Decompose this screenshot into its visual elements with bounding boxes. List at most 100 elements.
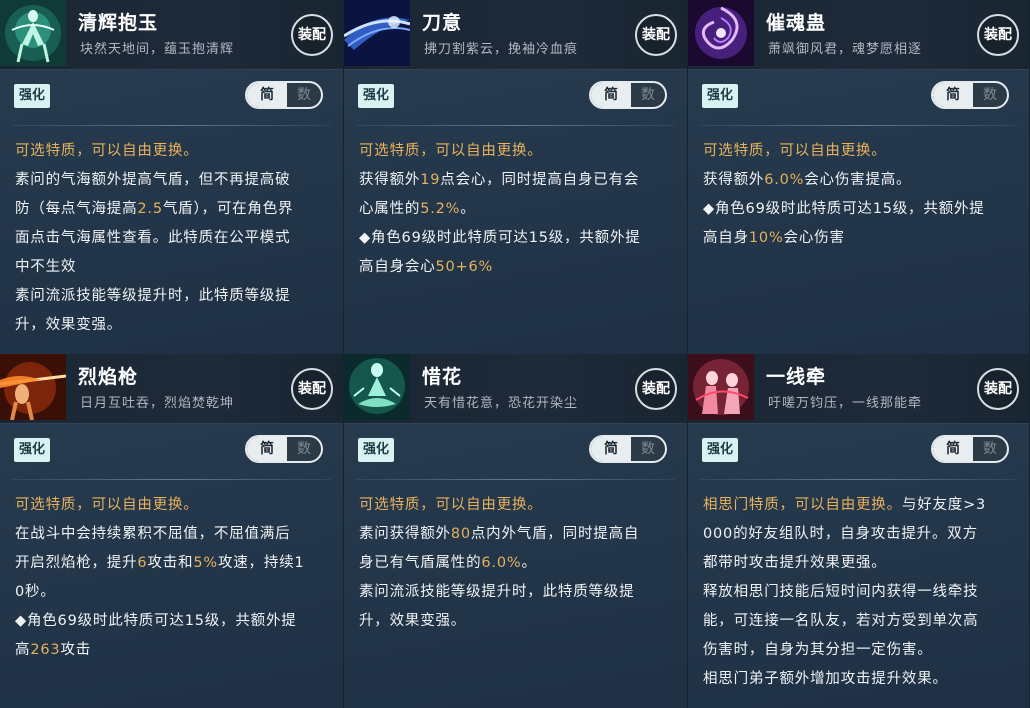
detail-toggle[interactable]: 简 数 (245, 81, 323, 109)
toggle-numeric[interactable]: 数 (631, 83, 665, 107)
divider (12, 479, 331, 480)
trait-name: 烈焰枪 (78, 366, 139, 388)
detail-toggle[interactable]: 简 数 (931, 81, 1009, 109)
trait-heading: 可选特质，可以自由更换。 (15, 137, 329, 166)
equip-button[interactable]: 装配 (635, 14, 677, 56)
description-line: 中不生效 (15, 253, 329, 282)
trait-description: 可选特质，可以自由更换。 获得额外19点会心，同时提高自身已有会 心属性的5.2%。… (359, 137, 673, 282)
toggle-numeric[interactable]: 数 (973, 437, 1007, 461)
description-text: 素问获得额外 (359, 526, 451, 542)
toggle-simple[interactable]: 简 (933, 437, 973, 461)
description-text: 高自身 (703, 230, 749, 246)
description-text: 心属性的 (359, 201, 421, 217)
flame-spear-icon (0, 354, 66, 420)
detail-toggle[interactable]: 简 数 (245, 435, 323, 463)
description-text: 点内外气盾，同时提高自 (470, 526, 640, 542)
description-text: 中不生效 (15, 259, 77, 275)
enhance-tag: 强化 (14, 438, 51, 462)
toggle-numeric[interactable]: 数 (631, 437, 665, 461)
toggle-numeric[interactable]: 数 (973, 83, 1007, 107)
description-text: 都带时攻击提升效果更强。 (703, 555, 887, 571)
green-monk-icon (0, 0, 66, 66)
equip-button[interactable]: 装配 (291, 368, 333, 410)
description-text: 0秒。 (15, 584, 56, 600)
detail-toggle[interactable]: 简 数 (589, 435, 667, 463)
trait-heading-text: 可选特质，可以自由更换。 (703, 143, 887, 159)
equip-button[interactable]: 装配 (977, 368, 1019, 410)
description-text: 。 (521, 555, 537, 571)
trait-name: 刀意 (422, 12, 463, 34)
toggle-simple[interactable]: 简 (247, 437, 287, 461)
trait-heading: 可选特质，可以自由更换。 (703, 137, 1015, 166)
card-header: 惜花 天有惜花意，恐花开染尘 装配 (344, 354, 687, 424)
trait-card-daoyi: 刀意 拂刀割紫云，挽袖冷血痕 装配 强化 简 数 可选特质，可以自由更换。 获得额… (344, 0, 688, 354)
equip-button[interactable]: 装配 (635, 368, 677, 410)
description-text: 升，效果变强。 (15, 317, 123, 333)
description-line: 相思门弟子额外增加攻击提升效果。 (703, 665, 1015, 694)
trait-name: 惜花 (422, 366, 463, 388)
description-line: 防（每点气海提高2.5气盾），可在角色界 (15, 195, 329, 224)
toggle-simple[interactable]: 简 (933, 83, 973, 107)
detail-toggle[interactable]: 简 数 (931, 435, 1009, 463)
divider (12, 125, 331, 126)
card-header: 催魂蛊 萧飒御风君，魂梦愿相逐 装配 (688, 0, 1029, 70)
description-text: 伤害时，自身为其分担一定伤害。 (703, 642, 933, 658)
divider (356, 125, 675, 126)
trait-heading: 相思门特质，可以自由更换。与好友度>3 (703, 491, 1015, 520)
toggle-simple[interactable]: 简 (591, 83, 631, 107)
trait-name: 一线牵 (766, 366, 827, 388)
toggle-numeric[interactable]: 数 (287, 83, 321, 107)
highlight-value: 6.0% (764, 172, 805, 188)
description-text: 开启烈焰枪，提升 (15, 555, 138, 571)
description-line: 面点击气海属性查看。此特质在公平模式 (15, 224, 329, 253)
description-line: 素问流派技能等级提升时，此特质等级提 (359, 578, 673, 607)
trait-card-qinghui: 清辉抱玉 块然天地间，蕴玉抱清辉 装配 强化 简 数 可选特质，可以自由更换。素… (0, 0, 344, 354)
trait-description: 可选特质，可以自由更换。 素问的气海额外提高气盾，但不再提高破 防（每点气海提高2.… (15, 137, 329, 340)
description-line: 释放相思门技能后短时间内获得一线牵技 (703, 578, 1015, 607)
trait-card-lieyanqiang: 烈焰枪 日月互吐吞，烈焰焚乾坤 装配 强化 简 数 可选特质，可以自由更换。在战… (0, 354, 344, 708)
description-text: 在战斗中会持续累积不屈值，不屈值满后 (15, 526, 291, 542)
description-text: 高自身会心 (359, 259, 436, 275)
toggle-simple[interactable]: 简 (247, 83, 287, 107)
description-line: 心属性的5.2%。 (359, 195, 673, 224)
trait-subtitle: 萧飒御风君，魂梦愿相逐 (768, 42, 923, 57)
highlight-value: 5% (193, 555, 218, 571)
detail-toggle[interactable]: 简 数 (589, 81, 667, 109)
trait-subtitle: 日月互吐吞，烈焰焚乾坤 (80, 396, 235, 411)
description-text: 获得额外 (703, 172, 765, 188)
description-line: 素问获得额外80点内外气盾，同时提高自 (359, 520, 673, 549)
equip-button[interactable]: 装配 (291, 14, 333, 56)
toggle-simple[interactable]: 简 (591, 437, 631, 461)
trait-heading: 可选特质，可以自由更换。 (359, 491, 673, 520)
card-header: 烈焰枪 日月互吐吞，烈焰焚乾坤 装配 (0, 354, 343, 424)
trait-heading-text: 可选特质，可以自由更换。 (15, 497, 199, 513)
highlight-value: 19 (420, 172, 441, 188)
description-line: 在战斗中会持续累积不屈值，不屈值满后 (15, 520, 329, 549)
description-text: 防（每点气海提高 (15, 201, 138, 217)
equip-button[interactable]: 装配 (977, 14, 1019, 56)
description-line: ◆角色69级时此特质可达15级，共额外提 (15, 607, 329, 636)
description-line: 都带时攻击提升效果更强。 (703, 549, 1015, 578)
description-line: 高263攻击 (15, 636, 329, 665)
description-text: 攻击 (60, 642, 91, 658)
highlight-value: 5.2% (420, 201, 461, 217)
description-text: 相思门弟子额外增加攻击提升效果。 (703, 671, 948, 687)
purple-vortex-icon (688, 0, 754, 66)
trait-subtitle: 块然天地间，蕴玉抱清辉 (80, 42, 235, 57)
trait-card-cuihungu: 催魂蛊 萧飒御风君，魂梦愿相逐 装配 强化 简 数 可选特质，可以自由更换。 获得… (688, 0, 1030, 354)
description-line: 素问流派技能等级提升时，此特质等级提 (15, 282, 329, 311)
divider (700, 479, 1017, 480)
description-line: 能，可连接一名队友，若对方受到单次高 (703, 607, 1015, 636)
red-thread-icon (688, 354, 754, 420)
trait-subtitle: 天有惜花意，恐花开染尘 (424, 396, 579, 411)
description-text: 获得额外 (359, 172, 421, 188)
meditation-icon (344, 354, 410, 420)
enhance-tag: 强化 (702, 438, 739, 462)
enhance-tag: 强化 (702, 84, 739, 108)
description-line: 000的好友组队时，自身攻击提升。双方 (703, 520, 1015, 549)
toggle-numeric[interactable]: 数 (287, 437, 321, 461)
description-text: 升，效果变强。 (359, 613, 467, 629)
blade-wave-icon (344, 0, 410, 66)
trait-heading-text: 可选特质，可以自由更换。 (359, 497, 543, 513)
trait-description: 可选特质，可以自由更换。 在战斗中会持续累积不屈值，不屈值满后 开启烈焰枪，提升6攻… (15, 491, 329, 665)
